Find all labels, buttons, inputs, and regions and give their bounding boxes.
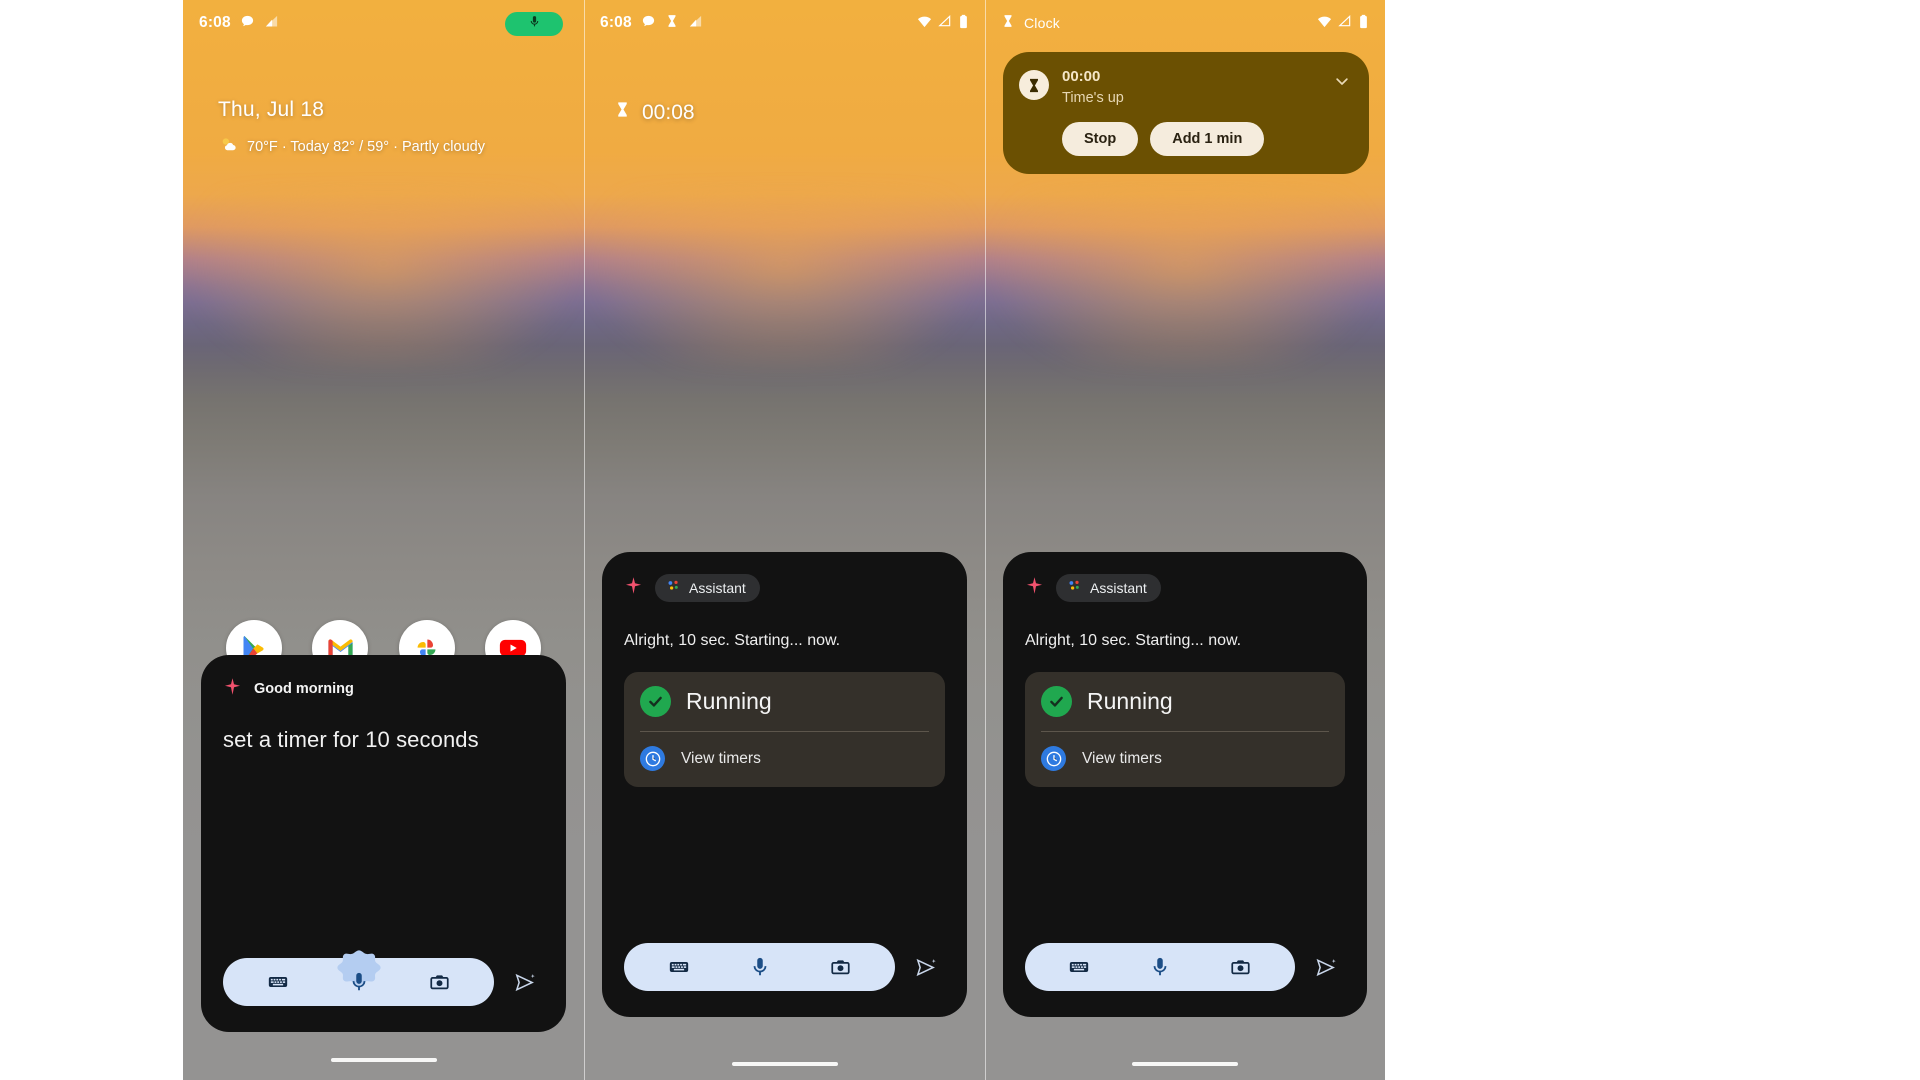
camera-button[interactable]	[1221, 947, 1261, 987]
timer-value: 00:08	[642, 100, 695, 124]
notification-actions: Stop Add 1 min	[1062, 121, 1353, 156]
signal-cellular-icon	[938, 14, 952, 32]
status-clock: 6:08	[600, 14, 632, 31]
home-indicator	[731, 1062, 838, 1066]
assistant-dots-icon	[1067, 578, 1082, 598]
input-pill	[223, 950, 494, 1006]
timer-status-row: Running	[1041, 686, 1329, 731]
assistant-chip[interactable]: Assistant	[655, 574, 760, 602]
wifi-icon	[1317, 14, 1332, 33]
check-circle-icon	[640, 686, 671, 717]
assistant-header: Good morning	[201, 655, 566, 701]
assistant-chip[interactable]: Assistant	[1056, 574, 1161, 602]
assistant-reply-text: Alright, 10 sec. Starting... now.	[624, 632, 841, 649]
at-a-glance[interactable]: Thu, Jul 18 70°F · Today 82° / 59° · Par…	[218, 98, 485, 159]
phone-panel-timer-done: Clock 00:00 Time's up Stop Add 1 min Ass…	[985, 0, 1385, 1080]
assistant-reply-text: Alright, 10 sec. Starting... now.	[1025, 632, 1242, 649]
panel-divider	[584, 0, 585, 1080]
voice-input-pill[interactable]	[505, 12, 563, 36]
status-clock: 6:08	[199, 14, 231, 31]
send-button[interactable]	[504, 962, 544, 1002]
notification-header: 00:00 Time's up	[1019, 68, 1353, 106]
panel-divider	[985, 0, 986, 1080]
camera-button[interactable]	[821, 947, 861, 987]
add-one-minute-button[interactable]: Add 1 min	[1150, 121, 1265, 156]
assistant-chip-label: Assistant	[689, 580, 746, 596]
hourglass-icon	[1019, 70, 1049, 100]
notification-subtitle: Time's up	[1062, 89, 1124, 106]
sparkle-icon	[624, 576, 643, 600]
camera-button[interactable]	[420, 962, 460, 1002]
timer-status-label: Running	[1087, 688, 1173, 714]
weather-label: 70°F · Today 82° / 59° · Partly cloudy	[247, 138, 485, 155]
microphone-icon	[528, 15, 541, 33]
view-timers-label: View timers	[681, 749, 761, 767]
assistant-header: Assistant	[602, 552, 967, 602]
chat-bubble-icon	[240, 14, 255, 33]
input-pill	[624, 943, 895, 991]
hourglass-icon	[614, 100, 631, 125]
stop-button[interactable]: Stop	[1062, 121, 1139, 156]
timer-overlay[interactable]: 00:08	[614, 100, 695, 125]
microphone-button[interactable]	[336, 950, 381, 1002]
signal-cellular-icon	[264, 14, 279, 33]
view-timers-row[interactable]: View timers	[1041, 732, 1329, 787]
phone-panel-home: 6:08 Thu, Jul 18 70°F · Today 82° / 59° …	[183, 0, 584, 1080]
timer-notification[interactable]: 00:00 Time's up Stop Add 1 min	[1003, 52, 1369, 174]
status-app-name: Clock	[1024, 15, 1061, 31]
hourglass-icon	[1001, 14, 1015, 32]
assistant-greeting: Good morning	[254, 681, 354, 697]
clock-icon	[1041, 746, 1066, 771]
assistant-input-bar	[1025, 943, 1345, 991]
assistant-query-text: set a timer for 10 seconds	[223, 727, 479, 752]
date-label: Thu, Jul 18	[218, 98, 325, 121]
status-bar: Clock	[985, 0, 1385, 46]
chat-bubble-icon	[641, 14, 656, 33]
assistant-sheet: Good morning set a timer for 10 seconds	[201, 655, 566, 1032]
battery-icon	[958, 14, 969, 33]
signal-cellular-icon	[688, 14, 703, 33]
keyboard-button[interactable]	[1059, 947, 1099, 987]
sparkle-icon	[1025, 576, 1044, 600]
wifi-icon	[917, 14, 932, 33]
assistant-sheet: Assistant Alright, 10 sec. Starting... n…	[602, 552, 967, 1017]
phone-panel-timer-running: 6:08 00:08 Assistant Alright, 10 sec. St…	[584, 0, 985, 1080]
keyboard-button[interactable]	[258, 962, 298, 1002]
keyboard-button[interactable]	[659, 947, 699, 987]
assistant-input-bar	[223, 950, 544, 1006]
assistant-chip-label: Assistant	[1090, 580, 1147, 596]
timer-status-label: Running	[686, 688, 772, 714]
assistant-input-bar	[624, 943, 945, 991]
home-indicator	[330, 1058, 437, 1062]
assistant-dots-icon	[666, 578, 681, 598]
send-button[interactable]	[1305, 947, 1345, 987]
screenshot-stage: 6:08 Thu, Jul 18 70°F · Today 82° / 59° …	[0, 0, 1920, 1080]
hourglass-icon	[665, 14, 679, 32]
sparkle-icon	[223, 677, 242, 701]
status-bar: 6:08	[584, 0, 985, 46]
partly-cloudy-sun-icon	[218, 134, 239, 159]
timer-result-card[interactable]: Running View timers	[624, 672, 945, 787]
view-timers-label: View timers	[1082, 749, 1162, 767]
battery-icon	[1358, 14, 1369, 33]
timer-status-row: Running	[640, 686, 929, 731]
home-indicator	[1132, 1062, 1238, 1066]
chevron-down-icon[interactable]	[1333, 68, 1353, 94]
view-timers-row[interactable]: View timers	[640, 732, 929, 787]
notification-title: 00:00	[1062, 68, 1101, 85]
check-circle-icon	[1041, 686, 1072, 717]
clock-icon	[640, 746, 665, 771]
assistant-sheet: Assistant Alright, 10 sec. Starting... n…	[1003, 552, 1367, 1017]
timer-result-card[interactable]: Running View timers	[1025, 672, 1345, 787]
microphone-button[interactable]	[740, 947, 780, 987]
microphone-button[interactable]	[1140, 947, 1180, 987]
signal-cellular-icon	[1338, 14, 1352, 32]
send-button[interactable]	[905, 947, 945, 987]
assistant-header: Assistant	[1003, 552, 1367, 602]
input-pill	[1025, 943, 1295, 991]
weather-row[interactable]: 70°F · Today 82° / 59° · Partly cloudy	[218, 134, 485, 159]
